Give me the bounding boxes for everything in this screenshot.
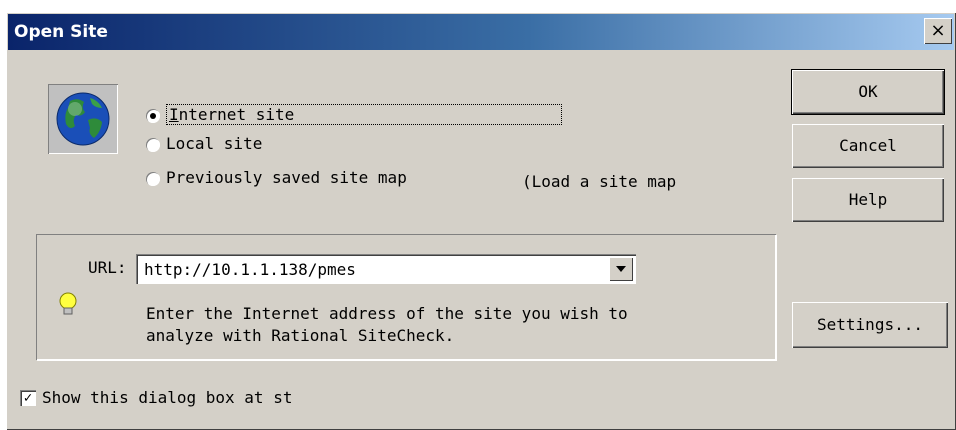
url-hint-line2: analyze with Rational SiteCheck. [146, 326, 455, 345]
radio-saved-site-map-label: Previously saved site map [166, 168, 407, 187]
help-button[interactable]: Help [792, 178, 944, 222]
chevron-down-icon[interactable] [609, 257, 633, 281]
settings-button[interactable]: Settings... [792, 302, 948, 348]
radio-saved-site-map[interactable]: Previously saved site map [146, 168, 407, 192]
title-bar[interactable]: Open Site × [8, 14, 954, 50]
lightbulb-icon [56, 290, 80, 320]
close-button[interactable]: × [924, 18, 952, 44]
radio-local-site-label: Local site [166, 134, 263, 153]
globe-icon [48, 84, 118, 154]
cancel-button[interactable]: Cancel [792, 124, 944, 168]
url-combobox[interactable]: http://10.1.1.138/pmes [136, 254, 636, 284]
radio-internet-site[interactable]: Internet site [146, 104, 562, 128]
show-dialog-label: Show this dialog box at st [42, 388, 293, 407]
load-site-map-note: (Load a site map [522, 172, 677, 191]
radio-button[interactable] [146, 108, 160, 123]
radio-button[interactable] [146, 171, 160, 186]
ok-button[interactable]: OK [791, 69, 945, 115]
url-hint-line1: Enter the Internet address of the site y… [146, 304, 628, 323]
radio-button[interactable] [146, 137, 160, 152]
show-dialog-checkbox[interactable]: ✓ [20, 390, 36, 406]
dialog-title: Open Site [14, 22, 108, 42]
url-input[interactable]: http://10.1.1.138/pmes [144, 260, 356, 279]
radio-internet-site-label: nternet site [178, 105, 295, 124]
url-label: URL: [88, 258, 127, 277]
radio-local-site[interactable]: Local site [146, 134, 262, 158]
